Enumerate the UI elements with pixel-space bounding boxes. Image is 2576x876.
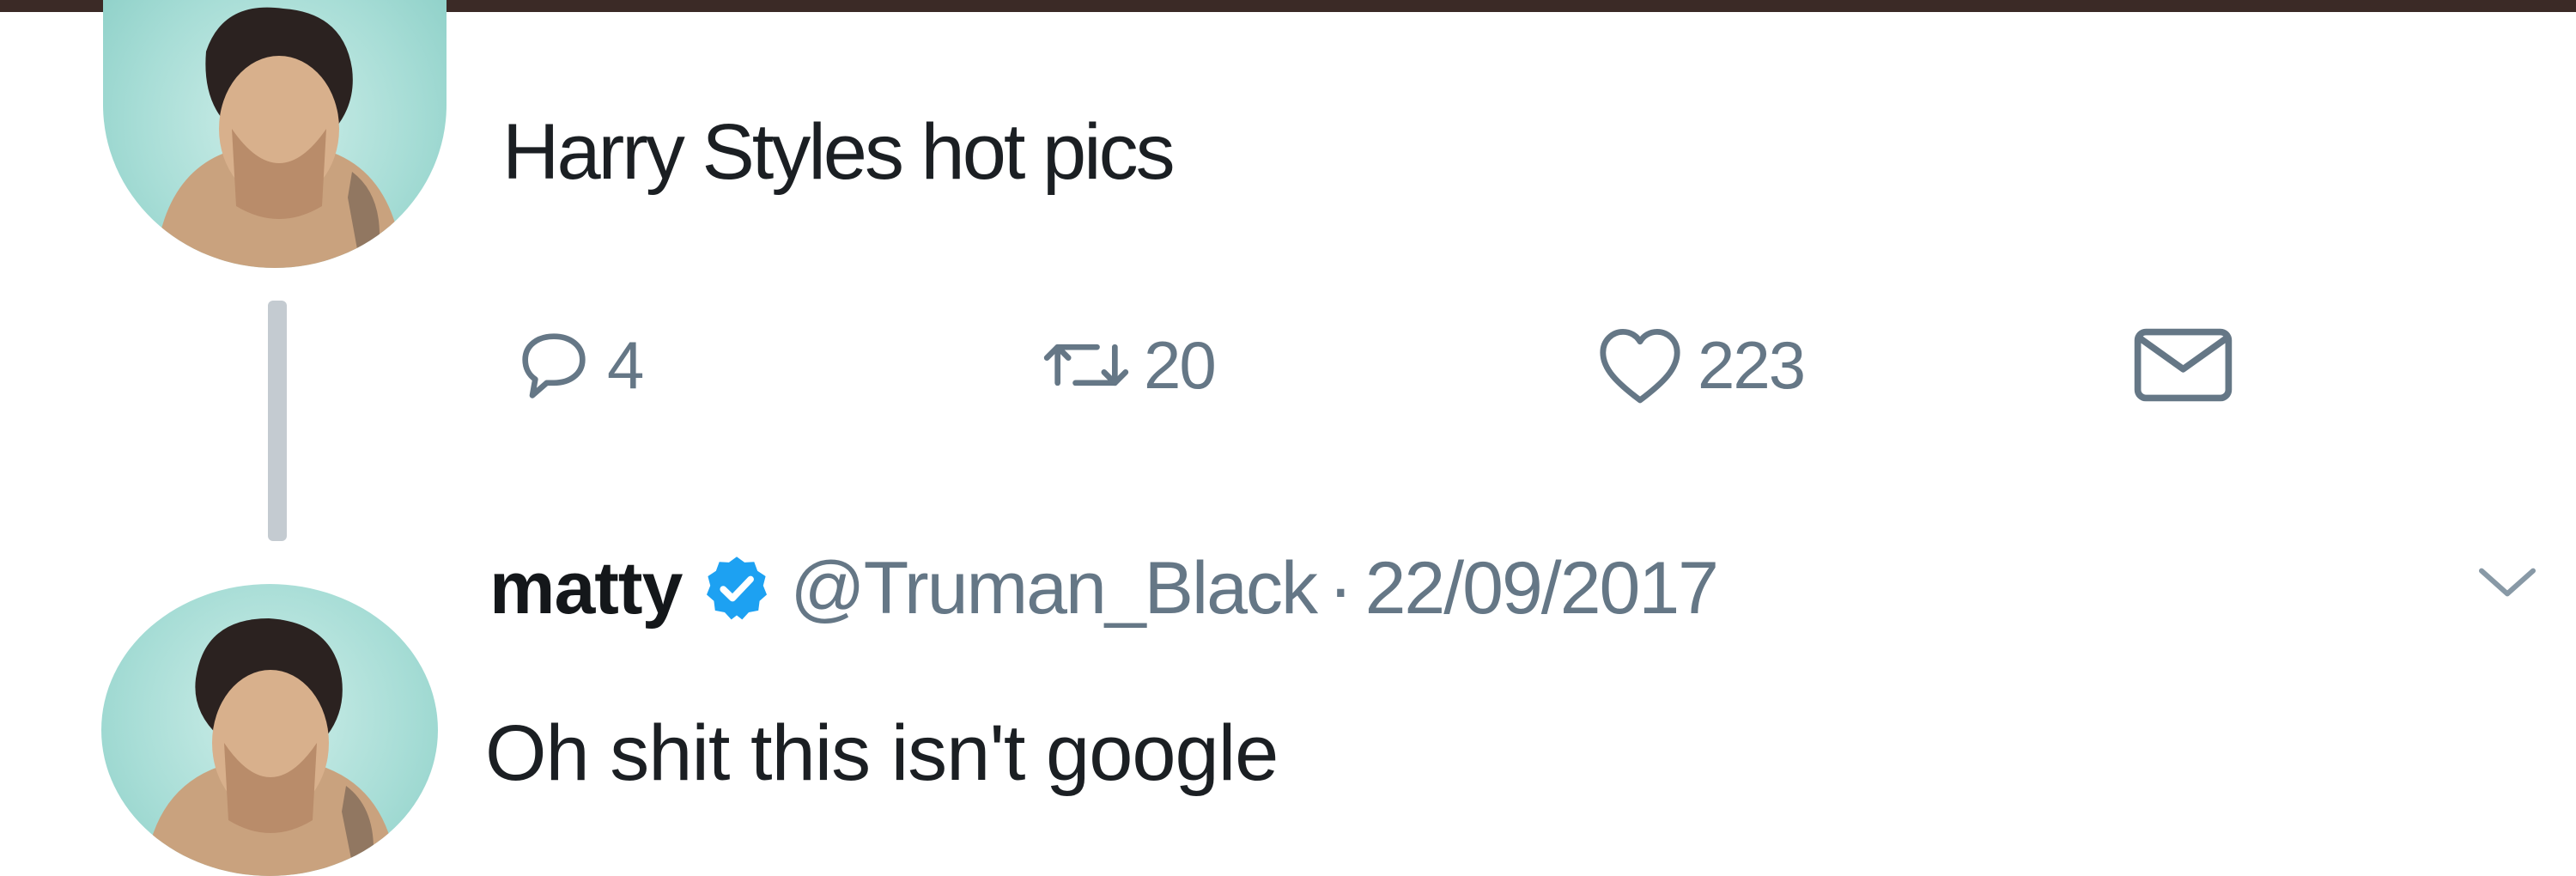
reply-bubble-icon (522, 333, 586, 398)
verified-badge-icon (707, 557, 768, 620)
reply-text: Oh shit this isn't google (485, 709, 1279, 797)
avatar-image (155, 7, 404, 268)
tweet-menu-button[interactable] (2473, 557, 2542, 612)
like-count: 223 (1698, 326, 1806, 403)
reply-header: matty @Truman_Black · 22/09/2017 (489, 537, 1719, 640)
thread-connector-line (268, 301, 287, 541)
display-name[interactable]: matty (489, 546, 683, 631)
tweet-date[interactable]: 22/09/2017 (1365, 546, 1719, 631)
envelope-icon (2134, 328, 2233, 402)
reply-button[interactable]: 4 (511, 318, 644, 412)
reply-count: 4 (607, 326, 644, 403)
retweet-count: 20 (1144, 326, 1217, 403)
tweet-text: Harry Styles hot pics (502, 108, 1176, 196)
user-handle[interactable]: @Truman_Black (790, 546, 1318, 631)
like-button[interactable]: 223 (1593, 318, 1806, 412)
reply-avatar[interactable] (101, 584, 438, 876)
retweet-button[interactable]: 20 (1039, 318, 1217, 412)
separator-dot: · (1327, 546, 1353, 630)
avatar[interactable] (103, 0, 447, 268)
heart-icon (1600, 328, 1680, 404)
retweet-icon (1043, 344, 1129, 386)
direct-message-button[interactable] (2129, 318, 2237, 412)
chevron-down-icon (2479, 568, 2536, 597)
reply-avatar-image (144, 618, 398, 876)
